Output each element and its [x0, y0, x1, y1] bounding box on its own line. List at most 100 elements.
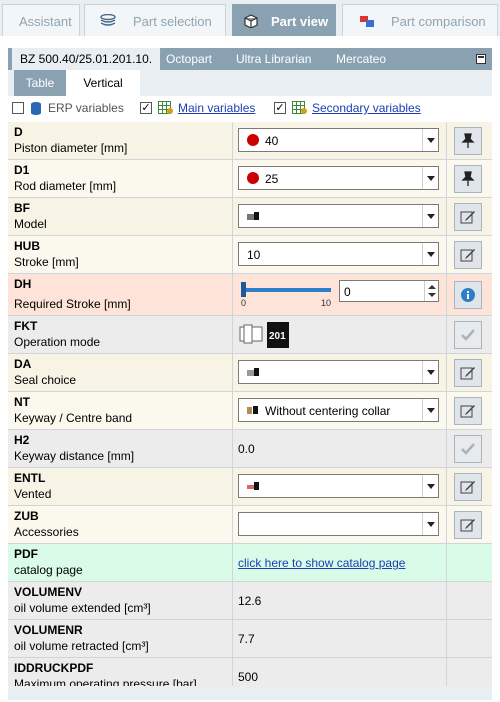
variable-description: Required Stroke [mm]	[14, 297, 131, 311]
tab-table[interactable]: Table	[14, 70, 66, 96]
main-variables-link[interactable]: Main variables	[178, 101, 255, 115]
tab-assistant-label: Assistant	[19, 14, 72, 29]
tab-part-selection[interactable]: Part selection	[84, 4, 226, 36]
catalog-page-link[interactable]: click here to show catalog page	[238, 556, 405, 570]
select-value: 40	[265, 134, 279, 148]
check-icon	[461, 443, 475, 455]
model-thumbnail-icon	[247, 212, 259, 220]
stroke-select[interactable]: 10	[238, 242, 439, 266]
chevron-down-icon[interactable]	[422, 399, 438, 421]
check-icon	[461, 329, 475, 341]
table-grid-icon	[158, 101, 173, 114]
variable-code: ENTL	[14, 471, 46, 485]
tab-part-view-label: Part view	[271, 14, 329, 29]
slider-max-label: 10	[321, 298, 332, 308]
variable-filter-bar: ERP variables ✓ Main variables ✓ Seconda…	[8, 96, 492, 120]
variable-description: Vented	[14, 487, 52, 501]
info-button[interactable]	[454, 281, 482, 309]
chevron-down-icon[interactable]	[422, 361, 438, 383]
stroke-slider-handle[interactable]	[241, 282, 246, 297]
operation-mode-code: 201	[269, 331, 286, 342]
seal-thumbnail-icon	[247, 368, 259, 376]
variable-description: Operation mode	[14, 335, 101, 349]
erp-variables-checkbox[interactable]	[12, 102, 24, 114]
edit-button[interactable]	[454, 473, 482, 501]
spinner-arrows[interactable]	[424, 281, 438, 301]
chevron-down-icon[interactable]	[422, 129, 438, 151]
tab-vertical[interactable]: Vertical	[66, 70, 140, 96]
variable-description: Stroke [mm]	[14, 255, 79, 269]
tab-mercateo[interactable]: Mercateo	[336, 48, 386, 70]
stroke-slider-track[interactable]	[241, 288, 331, 292]
table-row: VOLUMENR oil volume retracted [cm³] 7.7	[8, 620, 492, 658]
variable-code: FKT	[14, 319, 38, 333]
chevron-down-icon[interactable]	[422, 243, 438, 265]
edit-icon	[460, 405, 475, 418]
erp-variables-label: ERP variables	[48, 101, 124, 115]
variable-code: ZUB	[14, 509, 39, 523]
piston-diameter-select[interactable]: 40	[238, 128, 439, 152]
edit-button[interactable]	[454, 397, 482, 425]
secondary-variables-checkbox[interactable]: ✓	[274, 102, 286, 114]
variable-code: NT	[14, 395, 30, 409]
variable-code: PDF	[14, 547, 38, 561]
stack-icon	[100, 14, 116, 26]
variable-code: IDDRUCKPDF	[14, 661, 94, 675]
edit-button[interactable]	[454, 359, 482, 387]
tab-vertical-label: Vertical	[83, 76, 123, 90]
keyway-thumbnail-icon	[247, 406, 258, 414]
keyway-select[interactable]: Without centering collar	[238, 398, 439, 422]
confirm-button[interactable]	[454, 435, 482, 463]
edit-button[interactable]	[454, 203, 482, 231]
compare-icon	[360, 16, 374, 27]
chevron-down-icon[interactable]	[422, 167, 438, 189]
required-stroke-input[interactable]: 0	[339, 280, 439, 302]
source-tab-bar: BZ 500.40/25.01.201.10. Octopart Ultra L…	[8, 48, 492, 70]
empty-action-cell	[446, 582, 492, 619]
slider-min-label: 0	[241, 298, 247, 308]
confirm-button[interactable]	[454, 321, 482, 349]
oil-volume-extended-value: 12.6	[238, 594, 262, 608]
variable-code: D	[14, 125, 23, 139]
input-value: 0	[344, 285, 351, 299]
minimize-button[interactable]	[476, 54, 486, 64]
tab-part-comparison[interactable]: Part comparison	[342, 4, 498, 36]
edit-button[interactable]	[454, 511, 482, 539]
tab-ultra-librarian[interactable]: Ultra Librarian	[236, 48, 311, 70]
oil-volume-retracted-value: 7.7	[238, 632, 255, 646]
tab-part-view[interactable]: Part view	[232, 4, 336, 36]
rod-diameter-select[interactable]: 25	[238, 166, 439, 190]
variable-code: DA	[14, 357, 32, 371]
tab-assistant[interactable]: Assistant	[2, 4, 80, 36]
main-variables-checkbox[interactable]: ✓	[140, 102, 152, 114]
variable-description: Keyway distance [mm]	[14, 449, 135, 463]
chevron-down-icon[interactable]	[422, 513, 438, 535]
table-row: NT Keyway / Centre band Without centering…	[8, 392, 492, 430]
variable-description: catalog page	[14, 563, 83, 577]
tab-part-selection-label: Part selection	[133, 14, 212, 29]
vented-select[interactable]	[238, 474, 439, 498]
edit-button[interactable]	[454, 241, 482, 269]
variable-description: Accessories	[14, 525, 79, 539]
vented-thumbnail-icon	[247, 482, 259, 490]
model-select[interactable]	[238, 204, 439, 228]
accessories-select[interactable]	[238, 512, 439, 536]
tab-octopart-label: Octopart	[166, 52, 213, 66]
chevron-down-icon[interactable]	[422, 475, 438, 497]
table-row: D Piston diameter [mm] 40	[8, 122, 492, 160]
table-row: H2 Keyway distance [mm] 0.0	[8, 430, 492, 468]
pin-button[interactable]	[454, 127, 482, 155]
chevron-down-icon[interactable]	[422, 205, 438, 227]
empty-action-cell	[446, 544, 492, 581]
tab-mercateo-label: Mercateo	[336, 52, 387, 66]
table-grid-icon	[292, 101, 307, 114]
tab-part-number[interactable]: BZ 500.40/25.01.201.10.	[12, 48, 161, 70]
tab-table-label: Table	[25, 76, 55, 90]
seal-choice-select[interactable]	[238, 360, 439, 384]
tab-octopart[interactable]: Octopart	[166, 48, 212, 70]
info-icon	[461, 288, 475, 302]
table-row: DH Required Stroke [mm] 0 10 0	[8, 274, 492, 316]
secondary-variables-link[interactable]: Secondary variables	[312, 101, 421, 115]
pin-button[interactable]	[454, 165, 482, 193]
edit-icon	[460, 211, 475, 224]
